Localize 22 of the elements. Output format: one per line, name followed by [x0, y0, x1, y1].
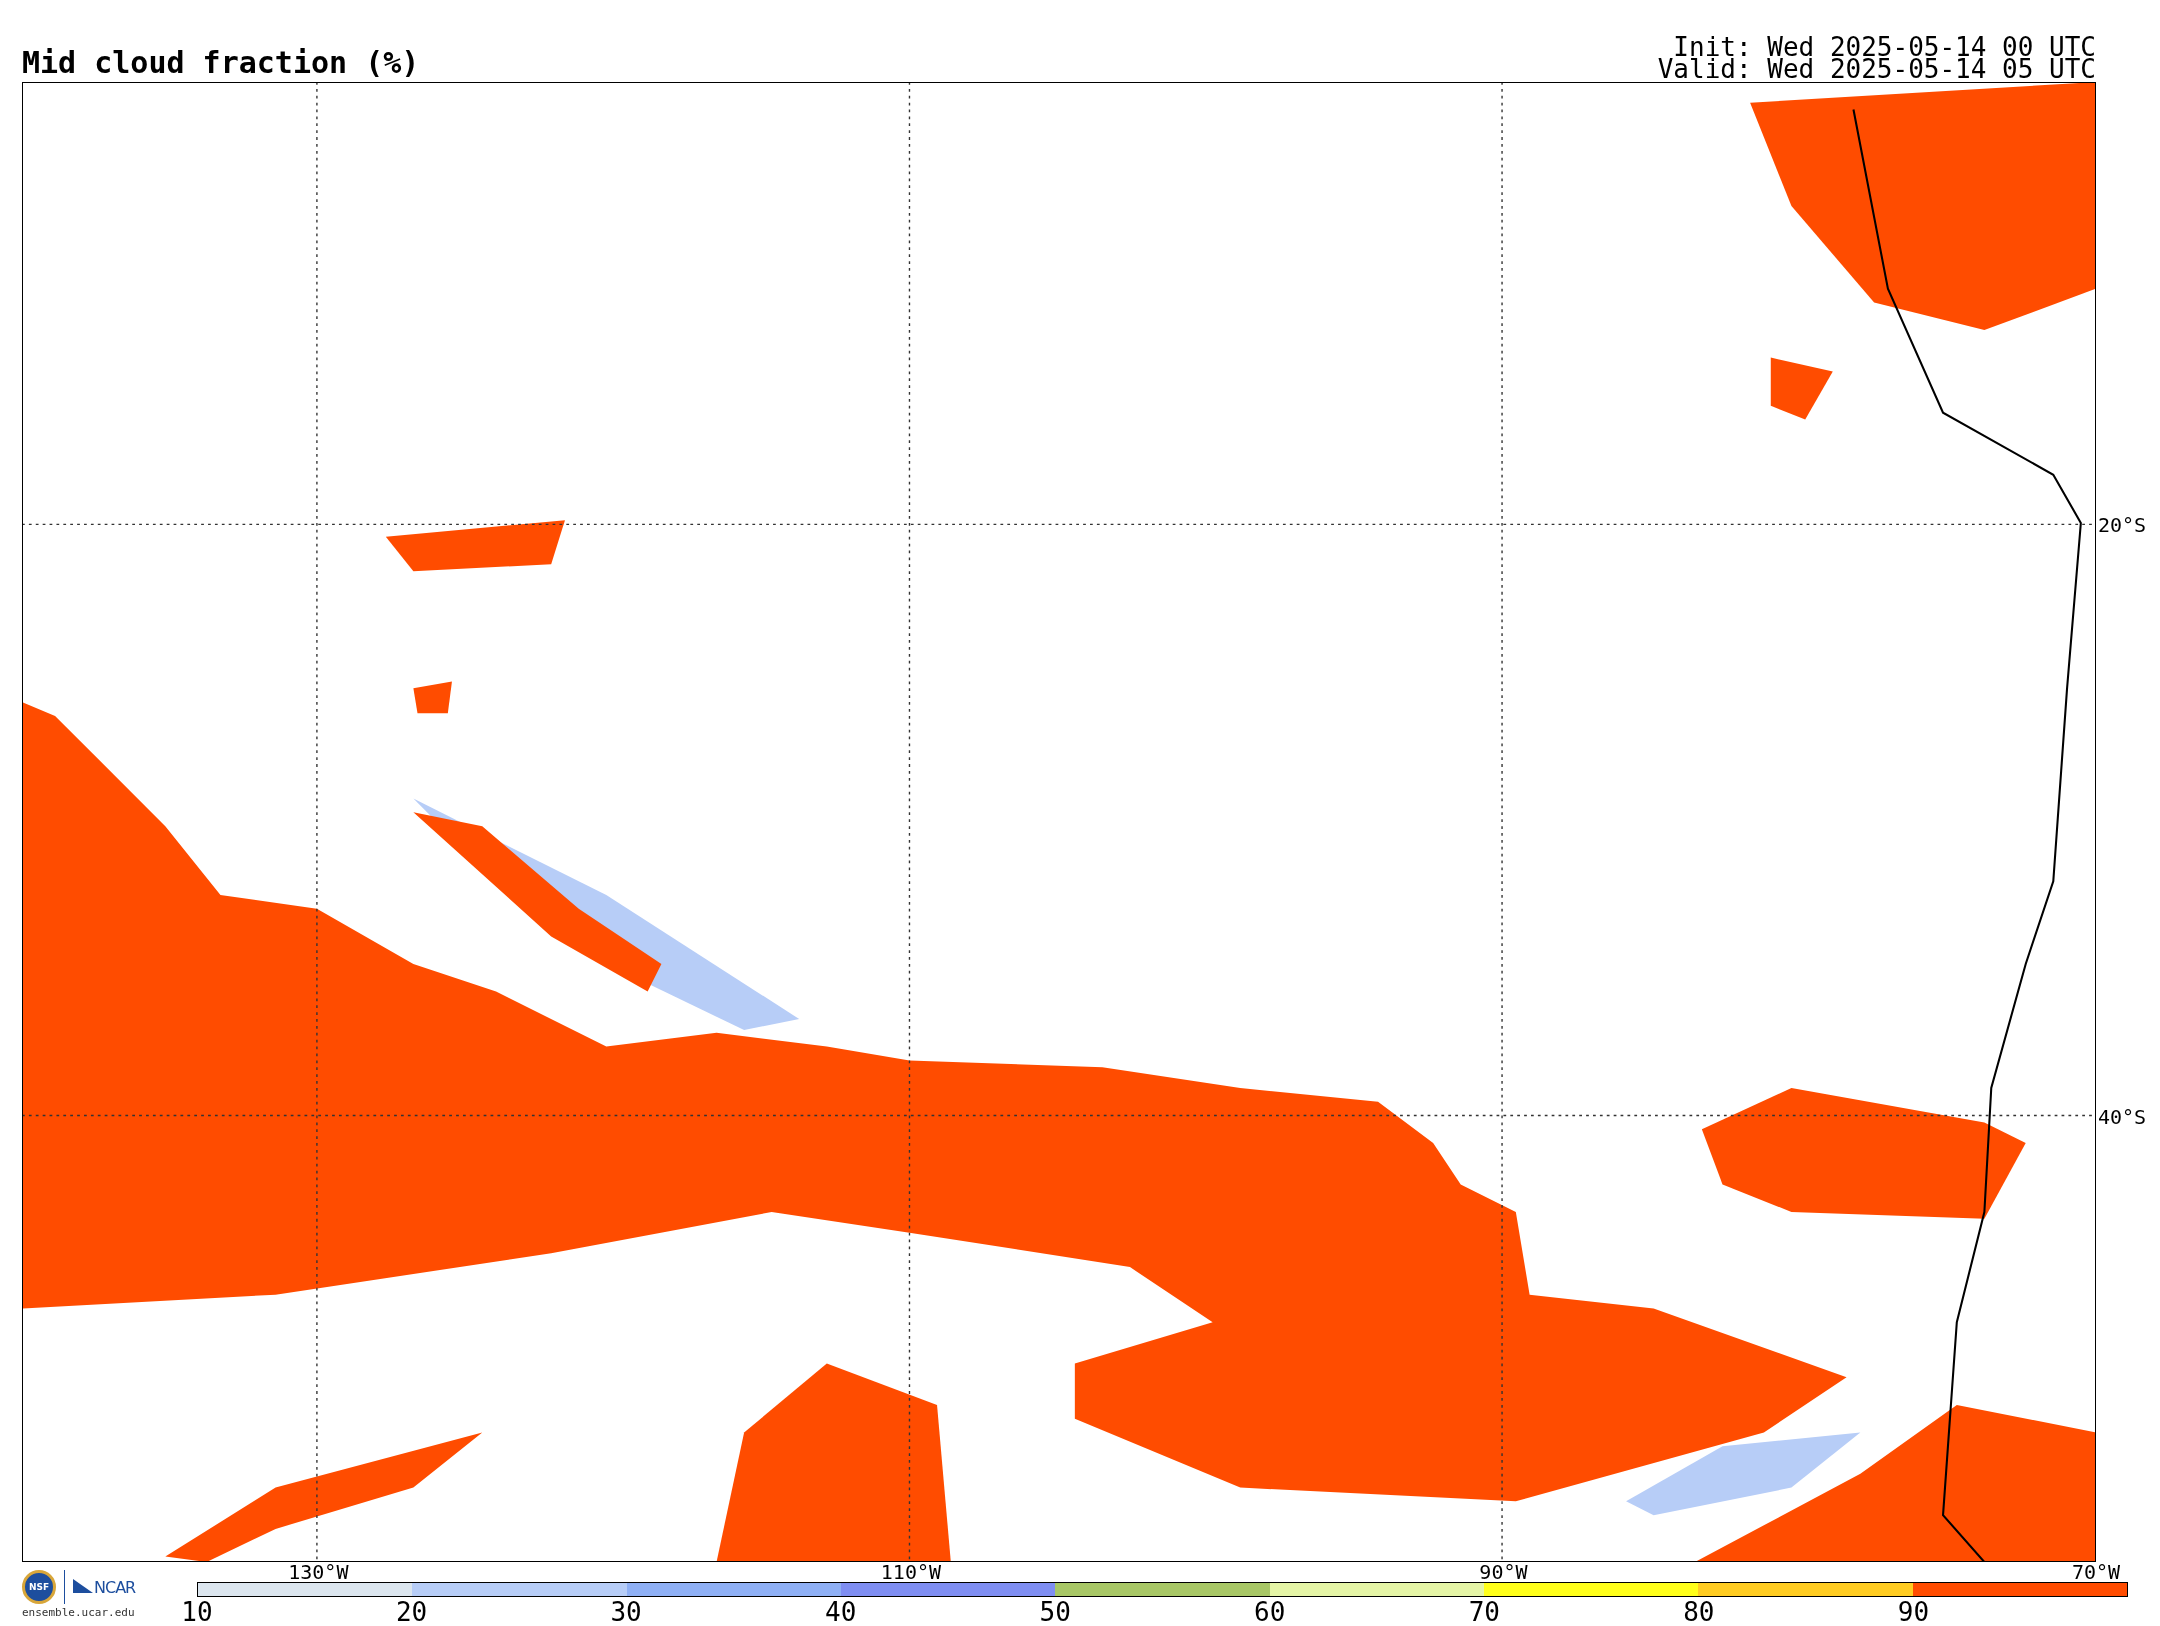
- tick-label: 60: [1254, 1597, 1286, 1626]
- tick-label: 90: [1897, 1597, 1930, 1626]
- longitude-label: 110°W: [880, 1562, 941, 1582]
- tick-label: 70: [1468, 1597, 1500, 1626]
- tick-label: 80: [1683, 1597, 1715, 1626]
- seal-logo: NSF: [22, 1570, 56, 1604]
- sail-icon: [73, 1579, 93, 1595]
- website-text: ensemble.ucar.edu: [22, 1606, 135, 1619]
- tick-label: 20: [395, 1597, 428, 1626]
- timestamp-text: Init: Wed 2025-05-14 00 UTC: [1673, 36, 2096, 58]
- tick-label: 40: [825, 1597, 857, 1626]
- latitude-label: 40°S: [2098, 1106, 2147, 1127]
- timestamp-text: Valid: Wed 2025-05-14 05 UTC: [1657, 58, 2096, 80]
- tick-label: 10: [181, 1597, 213, 1626]
- tick-label: 30: [610, 1597, 642, 1626]
- longitude-label: 70°W: [2071, 1562, 2121, 1582]
- map-title: Mid cloud fraction (%): [22, 46, 420, 80]
- tick-label: 50: [1039, 1597, 1071, 1626]
- longitude-label: 130°W: [288, 1562, 349, 1582]
- latitude-label: 20°S: [2098, 514, 2147, 535]
- brand-logo: NCAR: [73, 1577, 136, 1597]
- longitude-label: 90°W: [1479, 1562, 1528, 1582]
